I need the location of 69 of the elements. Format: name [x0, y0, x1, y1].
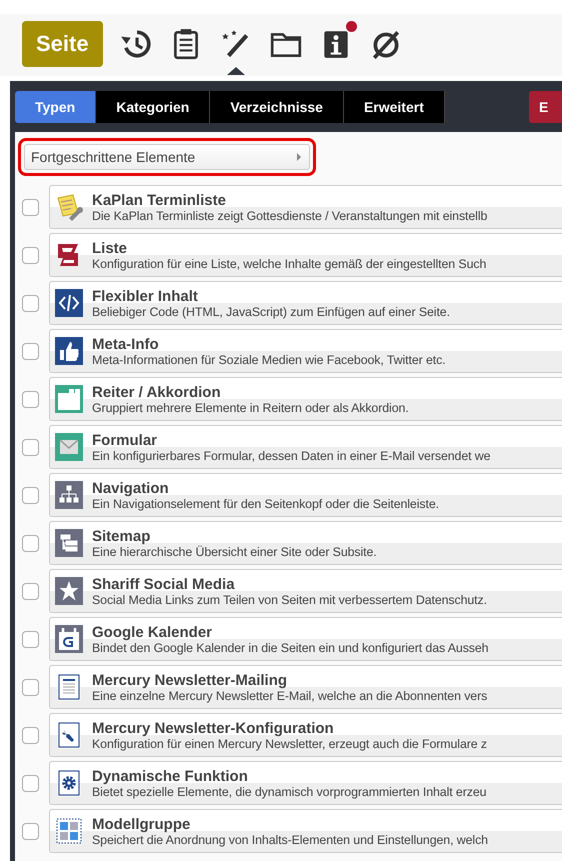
- checkbox[interactable]: [22, 438, 39, 456]
- element-description: Eine einzelne Mercury Newsletter E-Mail, welche an die Abonnenten vers: [92, 688, 488, 702]
- checkbox[interactable]: [22, 486, 39, 504]
- action-button[interactable]: E: [529, 91, 562, 123]
- sitemap-icon: [55, 481, 83, 509]
- element-item[interactable]: Shariff Social Media Social Media Links zum Teilen von Seiten mit verbessertem Datenschutz.: [49, 569, 562, 613]
- element-title: Mercury Newsletter-Konfiguration: [92, 720, 335, 736]
- checkbox[interactable]: [22, 582, 39, 600]
- element-item[interactable]: Mercury Newsletter-Konfiguration Konfiguration für einen Mercury Newsletter, erzeugt auch die Formulare z: [49, 713, 562, 757]
- element-title: Flexibler Inhalt: [92, 288, 199, 304]
- element-item[interactable]: Dynamische Funktion Bietet spezielle Elemente, die dynamisch vorprogrammierten Inhalt erzeu: [49, 761, 562, 805]
- element-item[interactable]: Flexibler Inhalt Beliebiger Code (HTML, JavaScript) zum Einfügen auf einer Seite.: [49, 281, 562, 325]
- category-dropdown[interactable]: Fortgeschrittene Elemente: [24, 144, 310, 170]
- element-title: Navigation: [92, 480, 170, 496]
- element-item[interactable]: Liste Konfiguration für eine Liste, welche Inhalte gemäß der eingestellten Such: [49, 233, 562, 277]
- element-item[interactable]: Google Kalender Bindet den Google Kalender in die Seiten ein und konfiguriert das Ausseh: [49, 617, 562, 661]
- element-description: Gruppiert mehrere Elemente in Reitern oder als Akkordion.: [92, 400, 409, 414]
- element-item[interactable]: Reiter / Akkordion Gruppiert mehrere Elemente in Reitern oder als Akkordion.: [49, 377, 562, 421]
- element-description: Social Media Links zum Teilen von Seiten mit verbessertem Datenschutz.: [92, 592, 487, 606]
- checkbox[interactable]: [22, 534, 39, 552]
- element-title: Reiter / Akkordion: [92, 384, 222, 400]
- checkbox[interactable]: [22, 246, 39, 264]
- element-item[interactable]: Modellgruppe Speichert die Anordnung von Inhalts-Elementen und Einstellungen, welch: [49, 809, 562, 853]
- checkbox[interactable]: [22, 774, 39, 792]
- element-item[interactable]: Sitemap Eine hierarchische Übersicht einer Site oder Subsite.: [49, 521, 562, 565]
- checkbox[interactable]: [22, 822, 39, 840]
- element-description: Bietet spezielle Elemente, die dynamisch vorprogrammierten Inhalt erzeu: [92, 784, 486, 798]
- element-item[interactable]: Formular Ein konfigurierbares Formular, dessen Daten in einer E-Mail versendet we: [49, 425, 562, 469]
- tree-list-icon: [55, 529, 83, 557]
- element-title: Sitemap: [92, 528, 152, 544]
- element-item[interactable]: Meta-Info Meta-Informationen für Soziale Medien wie Facebook, Twitter etc.: [49, 329, 562, 373]
- element-description: Ein konfigurierbares Formular, dessen Daten in einer E-Mail versendet we: [92, 448, 490, 462]
- notepad-wrench-icon: [55, 193, 83, 221]
- element-description: Beliebiger Code (HTML, JavaScript) zum Einfügen auf einer Seite.: [92, 304, 450, 318]
- element-description: Bindet den Google Kalender in die Seiten ein und konfiguriert das Ausseh: [92, 640, 488, 654]
- element-description: Eine hierarchische Übersicht einer Site oder Subsite.: [92, 544, 377, 558]
- element-description: Konfiguration für einen Mercury Newsletter, erzeugt auch die Formulare z: [92, 736, 487, 750]
- element-title: Shariff Social Media: [92, 576, 236, 592]
- checkbox[interactable]: [22, 294, 39, 312]
- checkbox[interactable]: [22, 390, 39, 408]
- element-title: Meta-Info: [92, 336, 160, 352]
- checkbox[interactable]: [22, 342, 39, 360]
- calendar-icon: [55, 625, 83, 653]
- grid-icon: [55, 817, 83, 845]
- element-title: Modellgruppe: [92, 816, 192, 832]
- element-title: KaPlan Terminliste: [92, 192, 227, 208]
- element-description: Meta-Informationen für Soziale Medien wie Facebook, Twitter etc.: [92, 352, 446, 366]
- element-title: Mercury Newsletter-Mailing: [92, 672, 288, 688]
- thumbs-up-icon: [55, 337, 83, 365]
- element-title: Liste: [92, 240, 128, 256]
- code-icon: [55, 289, 83, 317]
- tab[interactable]: Typen: [15, 91, 96, 123]
- element-title: Dynamische Funktion: [92, 768, 249, 784]
- tabs-icon: [55, 385, 83, 413]
- checkbox[interactable]: [22, 198, 39, 216]
- element-description: Die KaPlan Terminliste zeigt Gottesdienste / Veranstaltungen mit einstellb: [92, 208, 488, 222]
- element-item[interactable]: KaPlan Terminliste Die KaPlan Terminliste zeigt Gottesdienste / Veranstaltungen mit einstellb: [49, 185, 562, 229]
- element-item[interactable]: Navigation Ein Navigationselement für den Seitenkopf oder die Seitenleiste.: [49, 473, 562, 517]
- element-description: Speichert die Anordnung von Inhalts-Elementen und Einstellungen, welch: [92, 832, 488, 846]
- element-description: Ein Navigationselement für den Seitenkopf oder die Seitenleiste.: [92, 496, 439, 510]
- element-description: Konfiguration für eine Liste, welche Inhalte gemäß der eingestellten Such: [92, 256, 486, 270]
- element-title: Formular: [92, 432, 158, 448]
- triangle-icon: [297, 153, 301, 161]
- checkbox[interactable]: [22, 630, 39, 648]
- checkbox[interactable]: [22, 726, 39, 744]
- element-item[interactable]: Mercury Newsletter-Mailing Eine einzelne Mercury Newsletter E-Mail, welche an die Abonnenten vers: [49, 665, 562, 709]
- element-title: Google Kalender: [92, 624, 214, 640]
- checkbox[interactable]: [22, 678, 39, 696]
- envelope-icon: [55, 433, 83, 461]
